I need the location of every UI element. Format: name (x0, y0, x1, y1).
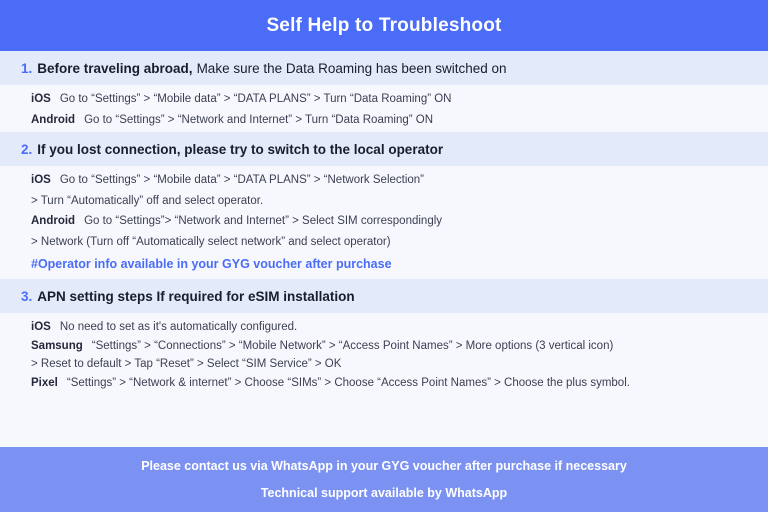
platform-steps-android: Go to “Settings”> “Network and Internet”… (84, 215, 443, 227)
page-header: Self Help to Troubleshoot (0, 0, 768, 51)
platform-steps-ios: No need to set as it's automatically con… (59, 321, 298, 333)
section-2-body: iOS Go to “Settings” > “Mobile data” > “… (0, 166, 768, 279)
section-3-heading: 3. APN setting steps If required for eSI… (0, 279, 768, 313)
section-2-ios-continuation: > Turn “Automatically” off and select op… (31, 194, 264, 207)
section-1-row-android: Android Go to “Settings” > “Network and … (0, 113, 768, 127)
content-body: 1. Before traveling abroad, Make sure th… (0, 51, 768, 447)
section-2-row-ios: iOS Go to “Settings” > “Mobile data” > “… (0, 174, 768, 187)
section-3-row-ios: iOS No need to set as it's automatically… (0, 321, 768, 334)
section-3-row-pixel: Pixel “Settings” > “Network & internet” … (0, 376, 768, 390)
operator-info-note: #Operator info available in your GYG vou… (31, 257, 392, 271)
troubleshoot-infographic: Self Help to Troubleshoot 1. Before trav… (0, 0, 768, 512)
platform-label-android: Android (31, 215, 76, 227)
section-3: 3. APN setting steps If required for eSI… (0, 279, 768, 402)
platform-label-pixel: Pixel (31, 376, 58, 389)
section-1-heading-rest: Make sure the Data Roaming has been swit… (196, 60, 507, 76)
section-1-heading: 1. Before traveling abroad, Make sure th… (0, 51, 768, 85)
section-2-heading-bold: If you lost connection, please try to sw… (37, 141, 444, 157)
platform-label-ios: iOS (31, 93, 51, 105)
platform-steps-pixel: “Settings” > “Network & internet” > Choo… (66, 376, 630, 389)
section-2-number: 2. (21, 141, 33, 157)
platform-label-android: Android (31, 113, 76, 126)
platform-steps-samsung: “Settings” > “Connections” > “Mobile Net… (91, 339, 614, 352)
section-3-number: 3. (21, 288, 33, 304)
section-1-heading-bold: Before traveling abroad, (37, 60, 193, 76)
section-3-heading-bold: APN setting steps If required for eSIM i… (37, 288, 355, 304)
platform-label-ios: iOS (31, 321, 51, 333)
platform-steps-ios: Go to “Settings” > “Mobile data” > “DATA… (59, 174, 425, 186)
bottom-spacer (0, 402, 768, 447)
section-2-android-continuation: > Network (Turn off “Automatically selec… (31, 235, 391, 248)
platform-steps-ios: Go to “Settings” > “Mobile data” > “DATA… (59, 93, 452, 105)
section-2-row-android: Android Go to “Settings”> “Network and I… (0, 215, 768, 228)
section-1-row-ios: iOS Go to “Settings” > “Mobile data” > “… (0, 93, 768, 106)
platform-label-samsung: Samsung (31, 339, 83, 352)
section-2-heading: 2. If you lost connection, please try to… (0, 132, 768, 166)
footer-support-line: Technical support available by WhatsApp (260, 486, 508, 500)
section-3-samsung-continuation: > Reset to default > Tap “Reset” > Selec… (31, 358, 342, 370)
platform-label-ios: iOS (31, 174, 51, 186)
section-1-number: 1. (21, 60, 33, 76)
section-3-body: iOS No need to set as it's automatically… (0, 313, 768, 402)
section-3-row-samsung: Samsung “Settings” > “Connections” > “Mo… (0, 339, 768, 353)
page-footer: Please contact us via WhatsApp in your G… (0, 447, 768, 512)
footer-contact-line: Please contact us via WhatsApp in your G… (141, 459, 627, 473)
section-1: 1. Before traveling abroad, Make sure th… (0, 51, 768, 132)
page-title: Self Help to Troubleshoot (266, 14, 502, 36)
section-2: 2. If you lost connection, please try to… (0, 132, 768, 279)
section-1-body: iOS Go to “Settings” > “Mobile data” > “… (0, 85, 768, 132)
platform-steps-android: Go to “Settings” > “Network and Internet… (84, 113, 434, 126)
